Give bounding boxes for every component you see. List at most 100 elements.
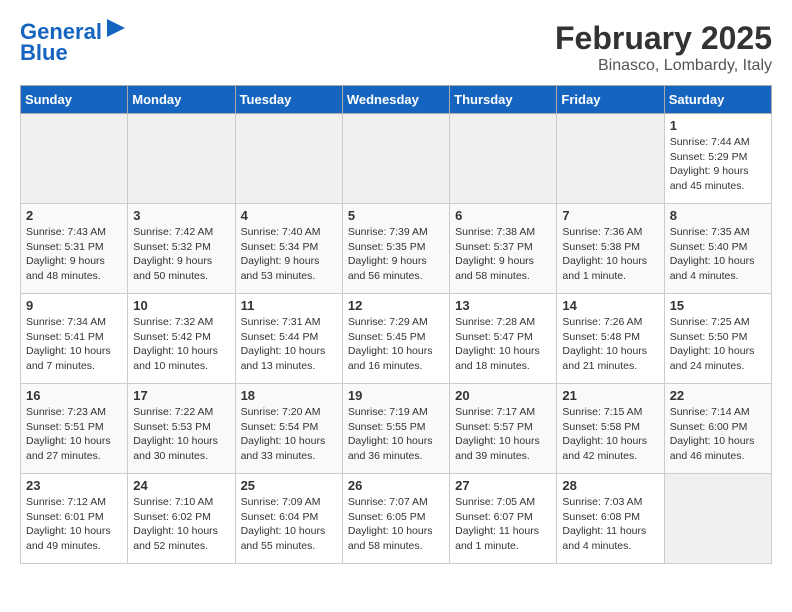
day-number: 28 bbox=[562, 478, 658, 493]
day-info: Sunrise: 7:25 AM Sunset: 5:50 PM Dayligh… bbox=[670, 315, 766, 374]
calendar-cell bbox=[450, 114, 557, 204]
day-number: 5 bbox=[348, 208, 444, 223]
calendar-cell: 21 Sunrise: 7:15 AM Sunset: 5:58 PM Dayli… bbox=[557, 384, 664, 474]
day-info: Sunrise: 7:12 AM Sunset: 6:01 PM Dayligh… bbox=[26, 495, 122, 554]
calendar-body: 1 Sunrise: 7:44 AM Sunset: 5:29 PM Daylig… bbox=[21, 114, 772, 564]
calendar-cell: 1 Sunrise: 7:44 AM Sunset: 5:29 PM Daylig… bbox=[664, 114, 771, 204]
calendar-cell: 4 Sunrise: 7:40 AM Sunset: 5:34 PM Daylig… bbox=[235, 204, 342, 294]
day-info: Sunrise: 7:05 AM Sunset: 6:07 PM Dayligh… bbox=[455, 495, 551, 554]
weekday-header-cell: Thursday bbox=[450, 86, 557, 114]
day-number: 23 bbox=[26, 478, 122, 493]
calendar-cell bbox=[21, 114, 128, 204]
calendar-cell: 13 Sunrise: 7:28 AM Sunset: 5:47 PM Dayli… bbox=[450, 294, 557, 384]
day-number: 6 bbox=[455, 208, 551, 223]
calendar-cell: 17 Sunrise: 7:22 AM Sunset: 5:53 PM Dayli… bbox=[128, 384, 235, 474]
calendar-cell: 3 Sunrise: 7:42 AM Sunset: 5:32 PM Daylig… bbox=[128, 204, 235, 294]
calendar-cell: 8Sunrise: 7:35 AM Sunset: 5:40 PM Daylig… bbox=[664, 204, 771, 294]
calendar-cell: 18 Sunrise: 7:20 AM Sunset: 5:54 PM Dayli… bbox=[235, 384, 342, 474]
calendar-cell: 23 Sunrise: 7:12 AM Sunset: 6:01 PM Dayli… bbox=[21, 474, 128, 564]
day-number: 11 bbox=[241, 298, 337, 313]
day-info: Sunrise: 7:28 AM Sunset: 5:47 PM Dayligh… bbox=[455, 315, 551, 374]
day-number: 27 bbox=[455, 478, 551, 493]
day-info: Sunrise: 7:32 AM Sunset: 5:42 PM Dayligh… bbox=[133, 315, 229, 374]
calendar-cell: 22 Sunrise: 7:14 AM Sunset: 6:00 PM Dayli… bbox=[664, 384, 771, 474]
day-number: 12 bbox=[348, 298, 444, 313]
day-info: Sunrise: 7:29 AM Sunset: 5:45 PM Dayligh… bbox=[348, 315, 444, 374]
day-number: 15 bbox=[670, 298, 766, 313]
calendar-cell bbox=[557, 114, 664, 204]
day-number: 26 bbox=[348, 478, 444, 493]
title-area: February 2025 Binasco, Lombardy, Italy bbox=[555, 20, 772, 75]
day-info: Sunrise: 7:19 AM Sunset: 5:55 PM Dayligh… bbox=[348, 405, 444, 464]
calendar-week-row: 16 Sunrise: 7:23 AM Sunset: 5:51 PM Dayli… bbox=[21, 384, 772, 474]
page-header: General Blue February 2025 Binasco, Lomb… bbox=[20, 20, 772, 75]
main-title: February 2025 bbox=[555, 20, 772, 57]
day-info: Sunrise: 7:40 AM Sunset: 5:34 PM Dayligh… bbox=[241, 225, 337, 284]
day-number: 1 bbox=[670, 118, 766, 133]
calendar-week-row: 23 Sunrise: 7:12 AM Sunset: 6:01 PM Dayli… bbox=[21, 474, 772, 564]
day-info: Sunrise: 7:43 AM Sunset: 5:31 PM Dayligh… bbox=[26, 225, 122, 284]
calendar-week-row: 2 Sunrise: 7:43 AM Sunset: 5:31 PM Daylig… bbox=[21, 204, 772, 294]
day-info: Sunrise: 7:26 AM Sunset: 5:48 PM Dayligh… bbox=[562, 315, 658, 374]
weekday-header-cell: Sunday bbox=[21, 86, 128, 114]
calendar-cell: 15 Sunrise: 7:25 AM Sunset: 5:50 PM Dayli… bbox=[664, 294, 771, 384]
calendar-cell: 9 Sunrise: 7:34 AM Sunset: 5:41 PM Daylig… bbox=[21, 294, 128, 384]
calendar-cell: 12 Sunrise: 7:29 AM Sunset: 5:45 PM Dayli… bbox=[342, 294, 449, 384]
calendar-cell: 6 Sunrise: 7:38 AM Sunset: 5:37 PM Daylig… bbox=[450, 204, 557, 294]
logo-icon bbox=[105, 17, 127, 39]
day-info: Sunrise: 7:22 AM Sunset: 5:53 PM Dayligh… bbox=[133, 405, 229, 464]
calendar-cell: 25 Sunrise: 7:09 AM Sunset: 6:04 PM Dayli… bbox=[235, 474, 342, 564]
day-info: Sunrise: 7:07 AM Sunset: 6:05 PM Dayligh… bbox=[348, 495, 444, 554]
calendar-cell: 20 Sunrise: 7:17 AM Sunset: 5:57 PM Dayli… bbox=[450, 384, 557, 474]
calendar-cell: 24 Sunrise: 7:10 AM Sunset: 6:02 PM Dayli… bbox=[128, 474, 235, 564]
day-number: 24 bbox=[133, 478, 229, 493]
calendar-cell bbox=[342, 114, 449, 204]
weekday-header-row: SundayMondayTuesdayWednesdayThursdayFrid… bbox=[21, 86, 772, 114]
weekday-header-cell: Saturday bbox=[664, 86, 771, 114]
day-number: 22 bbox=[670, 388, 766, 403]
day-info: Sunrise: 7:09 AM Sunset: 6:04 PM Dayligh… bbox=[241, 495, 337, 554]
day-number: 3 bbox=[133, 208, 229, 223]
day-number: 25 bbox=[241, 478, 337, 493]
calendar-cell bbox=[664, 474, 771, 564]
day-number: 20 bbox=[455, 388, 551, 403]
calendar-cell: 5 Sunrise: 7:39 AM Sunset: 5:35 PM Daylig… bbox=[342, 204, 449, 294]
day-number: 16 bbox=[26, 388, 122, 403]
day-info: Sunrise: 7:17 AM Sunset: 5:57 PM Dayligh… bbox=[455, 405, 551, 464]
calendar-cell bbox=[128, 114, 235, 204]
day-number: 14 bbox=[562, 298, 658, 313]
day-info: Sunrise: 7:39 AM Sunset: 5:35 PM Dayligh… bbox=[348, 225, 444, 284]
day-info: Sunrise: 7:14 AM Sunset: 6:00 PM Dayligh… bbox=[670, 405, 766, 464]
day-info: Sunrise: 7:20 AM Sunset: 5:54 PM Dayligh… bbox=[241, 405, 337, 464]
day-number: 18 bbox=[241, 388, 337, 403]
day-number: 17 bbox=[133, 388, 229, 403]
logo: General Blue bbox=[20, 20, 127, 66]
day-number: 13 bbox=[455, 298, 551, 313]
calendar-cell: 19 Sunrise: 7:19 AM Sunset: 5:55 PM Dayli… bbox=[342, 384, 449, 474]
day-number: 2 bbox=[26, 208, 122, 223]
day-info: Sunrise: 7:34 AM Sunset: 5:41 PM Dayligh… bbox=[26, 315, 122, 374]
calendar-cell: 14 Sunrise: 7:26 AM Sunset: 5:48 PM Dayli… bbox=[557, 294, 664, 384]
calendar-cell: 16 Sunrise: 7:23 AM Sunset: 5:51 PM Dayli… bbox=[21, 384, 128, 474]
day-number: 19 bbox=[348, 388, 444, 403]
day-number: 9 bbox=[26, 298, 122, 313]
calendar-week-row: 9 Sunrise: 7:34 AM Sunset: 5:41 PM Daylig… bbox=[21, 294, 772, 384]
day-number: 21 bbox=[562, 388, 658, 403]
day-info: Sunrise: 7:23 AM Sunset: 5:51 PM Dayligh… bbox=[26, 405, 122, 464]
calendar-cell: 28Sunrise: 7:03 AM Sunset: 6:08 PM Dayli… bbox=[557, 474, 664, 564]
day-number: 4 bbox=[241, 208, 337, 223]
weekday-header-cell: Tuesday bbox=[235, 86, 342, 114]
day-number: 7 bbox=[562, 208, 658, 223]
day-info: Sunrise: 7:38 AM Sunset: 5:37 PM Dayligh… bbox=[455, 225, 551, 284]
weekday-header-cell: Friday bbox=[557, 86, 664, 114]
sub-title: Binasco, Lombardy, Italy bbox=[555, 57, 772, 75]
calendar-cell: 27 Sunrise: 7:05 AM Sunset: 6:07 PM Dayli… bbox=[450, 474, 557, 564]
calendar-cell: 2 Sunrise: 7:43 AM Sunset: 5:31 PM Daylig… bbox=[21, 204, 128, 294]
weekday-header-cell: Monday bbox=[128, 86, 235, 114]
day-info: Sunrise: 7:31 AM Sunset: 5:44 PM Dayligh… bbox=[241, 315, 337, 374]
day-info: Sunrise: 7:42 AM Sunset: 5:32 PM Dayligh… bbox=[133, 225, 229, 284]
day-info: Sunrise: 7:15 AM Sunset: 5:58 PM Dayligh… bbox=[562, 405, 658, 464]
day-info: Sunrise: 7:10 AM Sunset: 6:02 PM Dayligh… bbox=[133, 495, 229, 554]
day-number: 10 bbox=[133, 298, 229, 313]
day-info: Sunrise: 7:44 AM Sunset: 5:29 PM Dayligh… bbox=[670, 135, 766, 194]
